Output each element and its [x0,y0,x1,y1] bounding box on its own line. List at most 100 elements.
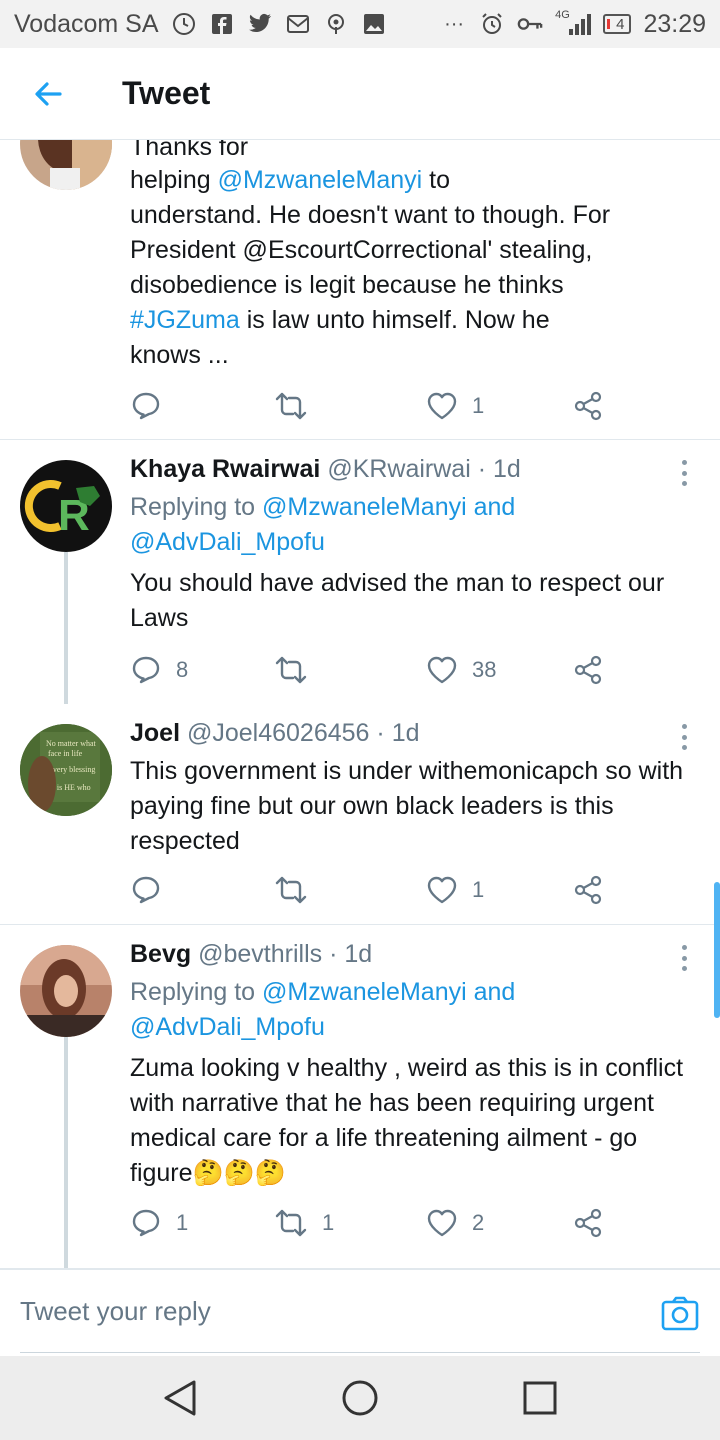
retweet-icon [275,656,307,684]
replying-to: Replying to @MzwaneleManyi and @AdvDali_… [130,490,515,560]
reply-button[interactable] [130,870,176,910]
nav-back-icon [164,1380,196,1416]
tweet-body-partial: Thanks for [130,140,249,161]
back-button[interactable] [24,70,72,118]
user-handle[interactable]: @bevthrills [198,940,322,968]
reply-button[interactable]: 8 [130,650,188,690]
app-header: Tweet [0,48,720,140]
alarm-icon [479,11,505,37]
tweet-header: Khaya Rwairwai @KRwairwai · 1d [130,455,521,484]
user-name[interactable]: Bevg [130,940,191,968]
svg-text:face in life: face in life [48,749,83,758]
replying-and: and [466,978,516,1006]
retweet-button[interactable] [274,386,322,426]
facebook-icon [209,11,235,37]
clock: 23:29 [643,9,706,38]
key-icon [517,11,543,37]
replying-label: Replying to [130,493,263,521]
nav-recents-button[interactable] [518,1376,562,1420]
heart-icon [427,876,457,904]
user-name[interactable]: Joel [130,719,180,747]
tweet-actions: 1 [130,870,610,910]
tweet-body: This government is under withemonicapch … [130,757,684,855]
reply-icon [132,656,160,684]
thread-line [64,552,68,704]
more-options-button[interactable] [674,460,694,486]
nav-recents-icon [523,1381,557,1415]
tweet-body: You should have advised the man to respe… [130,569,665,632]
avatar[interactable]: R [20,460,112,552]
mention-link[interactable]: @AdvDali_Mpofu [130,528,325,556]
tweet-actions: 1 1 2 [130,1203,610,1243]
tweet-item[interactable]: Thanks for helping @MzwaneleManyi to und… [0,140,720,440]
reply-button[interactable] [130,386,176,426]
user-handle[interactable]: @KRwairwai [327,455,470,483]
mention-link[interactable]: @AdvDali_Mpofu [130,1013,325,1041]
gmail-icon [285,11,311,37]
retweet-button[interactable] [274,650,322,690]
reply-input[interactable] [20,1296,620,1327]
mention-link[interactable]: @MzwaneleManyi [262,493,467,521]
mention-link[interactable]: @MzwaneleManyi [218,166,423,194]
like-button[interactable]: 1 [426,386,484,426]
reply-icon [132,1209,160,1237]
reply-count: 1 [176,1210,189,1235]
status-bar: Vodacom SA ··· 4G 4 23:29 [0,0,720,48]
reply-icon [132,392,160,420]
replying-label: Replying to [130,978,263,1006]
more-options-button[interactable] [674,945,694,971]
tweet-text: is law unto himself. Now he [239,306,550,334]
tweet-feed[interactable]: Thanks for helping @MzwaneleManyi to und… [0,140,720,1268]
carrier-label: Vodacom SA [14,9,159,38]
share-button[interactable] [573,386,603,426]
reply-count: 8 [176,657,189,682]
reply-icon [132,876,160,904]
reply-button[interactable]: 1 [130,1203,188,1243]
user-name[interactable]: Khaya Rwairwai [130,455,320,483]
camera-button[interactable] [660,1294,700,1334]
nav-back-button[interactable] [158,1376,202,1420]
tweet-item[interactable]: No matter what face in life Every blessing… [0,704,720,924]
retweet-button[interactable] [274,870,322,910]
avatar[interactable] [20,140,112,190]
nav-home-icon [342,1380,378,1416]
podcast-icon [323,11,349,37]
share-button[interactable] [573,1203,603,1243]
battery-icon: 4 [603,14,632,34]
signal-icon: 4G [555,9,592,37]
tweet-body: helping @MzwaneleManyi to understand. He… [130,163,690,373]
hashtag-link[interactable]: #JGZuma [130,306,240,334]
more-dots-icon: ··· [444,12,465,35]
tweet-text: helping [130,166,218,194]
retweet-button[interactable]: 1 [274,1203,334,1243]
share-icon [574,391,602,421]
share-button[interactable] [573,870,603,910]
tweet-text: knows ... [130,341,229,369]
scrollbar[interactable] [714,882,720,1018]
avatar[interactable] [20,945,112,1037]
like-button[interactable]: 38 [426,650,496,690]
sync-icon [171,11,197,37]
tweet-item[interactable]: R Khaya Rwairwai @KRwairwai · 1d Replyin… [0,440,720,704]
retweet-icon [275,876,307,904]
thinking-emoji: 🤔🤔🤔 [192,1159,286,1187]
retweet-icon [275,392,307,420]
tweet-time: · 1d [329,940,373,968]
tweet-item[interactable]: Bevg @bevthrills · 1d Replying to @Mzwan… [0,925,720,1268]
like-button[interactable]: 1 [426,870,484,910]
avatar[interactable]: No matter what face in life Every blessing… [20,724,112,816]
user-handle[interactable]: @Joel46026456 [187,719,369,747]
retweet-icon [275,1209,307,1237]
battery-level: 4 [616,15,625,33]
reply-bar [0,1268,720,1356]
retweet-count: 1 [322,1210,335,1235]
more-options-button[interactable] [674,724,694,750]
nav-home-button[interactable] [338,1376,382,1420]
share-icon [574,1208,602,1238]
tweet-actions: 8 38 [130,650,610,690]
mention-link[interactable]: @MzwaneleManyi [262,978,467,1006]
like-count: 2 [472,1210,485,1235]
tweet-header: Bevg @bevthrills · 1d [130,940,372,969]
like-button[interactable]: 2 [426,1203,484,1243]
share-button[interactable] [573,650,603,690]
